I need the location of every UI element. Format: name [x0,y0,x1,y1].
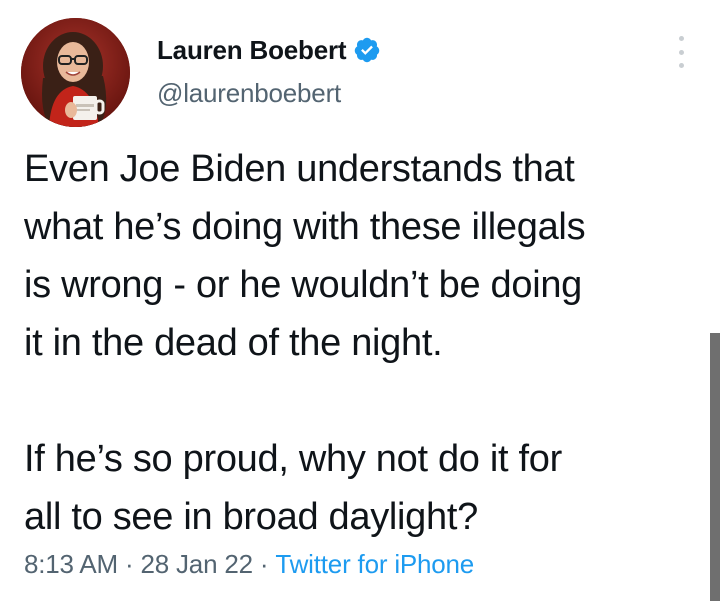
meta-separator: · [125,549,134,579]
author-name-row: Lauren Boebert [157,32,381,68]
display-name[interactable]: Lauren Boebert [157,35,347,66]
more-dot [678,63,684,68]
tweet-source-link[interactable]: Twitter for iPhone [275,549,474,579]
tweet-line: is wrong - or he wouldn’t be doing [24,264,583,306]
tweet-meta: 8:13 AM · 28 Jan 22 · Twitter for iPhone [24,549,474,580]
tweet-line: what he’s doing with these illegals [24,206,586,248]
tweet-line: Even Joe Biden understands that [24,148,575,190]
avatar[interactable] [21,18,130,127]
tweet-line: If he’s so proud, why not do it for [24,438,562,480]
tweet-card: Lauren Boebert @laurenboebert Even Joe B… [0,0,720,601]
tweet-line: all to see in broad daylight? [24,496,478,538]
scrollbar[interactable] [710,333,720,601]
more-dot [678,36,684,41]
author-handle[interactable]: @laurenboebert [157,78,341,109]
tweet-time[interactable]: 8:13 AM [24,549,118,579]
tweet-text: Even Joe Biden understands that what he’… [24,140,704,546]
tweet-paragraph: If he’s so proud, why not do it for all … [24,430,704,546]
more-options-icon[interactable] [674,36,688,68]
tweet-paragraph: Even Joe Biden understands that what he’… [24,140,704,372]
more-dot [678,49,684,55]
avatar-image [21,18,130,127]
meta-separator: · [259,549,269,579]
tweet-line: it in the dead of the night. [24,322,443,364]
tweet-date[interactable]: 28 Jan 22 [140,549,253,579]
verified-badge-icon [353,36,381,64]
